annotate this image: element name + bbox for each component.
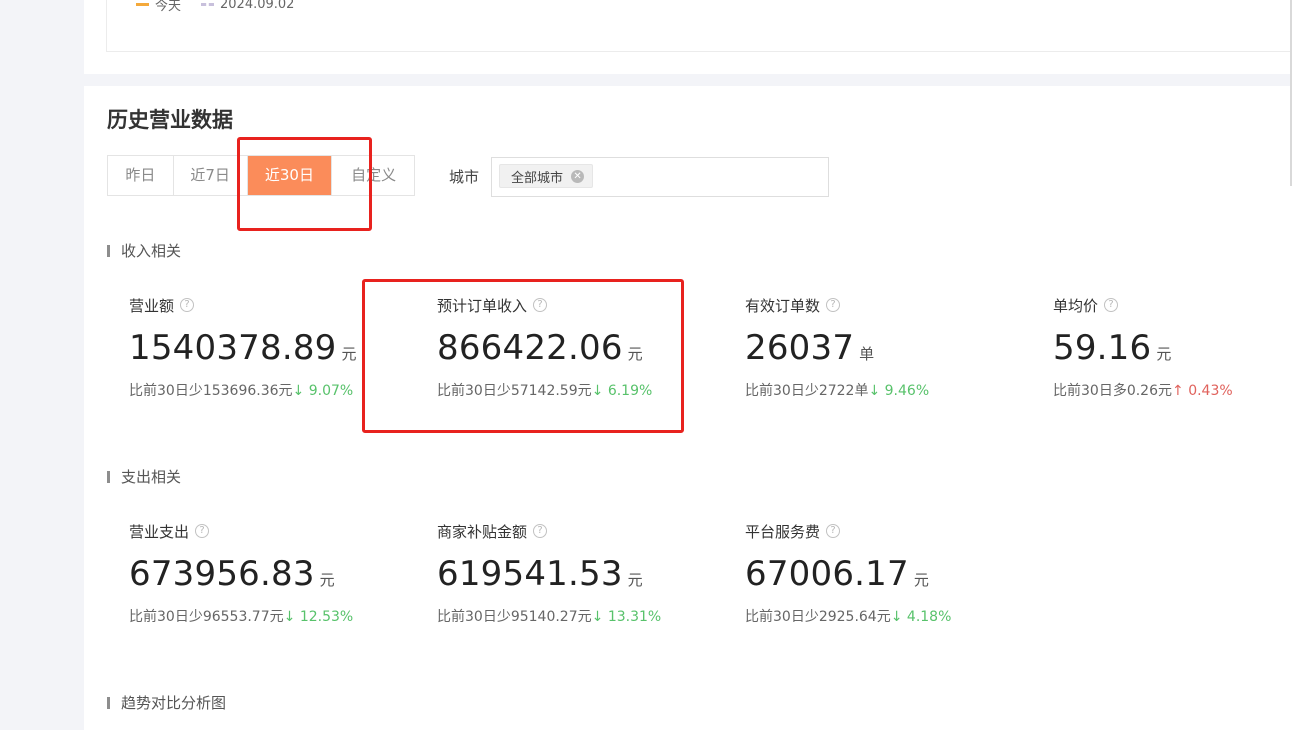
section-expense: 支出相关 — [107, 466, 181, 487]
metric-value: 26037 — [745, 328, 855, 368]
metric-valid-orders: 有效订单数? 26037 单 比前30日少2722单↓ 9.46% — [745, 295, 1045, 400]
city-chip: 全部城市 ✕ — [499, 164, 594, 188]
question-circle-icon[interactable]: ? — [1104, 298, 1119, 312]
question-circle-icon[interactable]: ? — [533, 524, 548, 538]
legend-today-swatch — [136, 3, 149, 6]
metric-percent: 9.46% — [884, 383, 930, 399]
metric-title: 单均价 — [1053, 296, 1099, 315]
metric-average-price: 单均价? 59.16 元 比前30日多0.26元↑ 0.43% — [1053, 295, 1283, 400]
metric-compare: 比前30日少2925.64元 — [745, 609, 891, 625]
arrow-down-icon: ↓ — [890, 609, 903, 625]
legend-compare-label: 2024.09.02 — [220, 0, 295, 12]
metric-title: 营业额 — [129, 296, 175, 315]
metric-operating-expense: 营业支出? 673956.83 元 比前30日少96553.77元↓ 12.53% — [129, 521, 429, 626]
section-income: 收入相关 — [107, 240, 181, 261]
metric-value: 67006.17 — [745, 554, 909, 594]
question-circle-icon[interactable]: ? — [180, 298, 195, 312]
question-circle-icon[interactable]: ? — [826, 298, 841, 312]
arrow-down-icon: ↓ — [868, 383, 881, 399]
city-label: 城市 — [449, 168, 480, 186]
metric-unit: 元 — [627, 571, 643, 589]
metric-percent: 12.53% — [299, 609, 354, 625]
metric-title: 营业支出 — [129, 522, 190, 541]
section-trend-label: 趋势对比分析图 — [121, 694, 227, 712]
metric-compare: 比前30日少95140.27元 — [437, 609, 592, 625]
question-circle-icon[interactable]: ? — [826, 524, 841, 538]
metric-unit: 单 — [859, 345, 875, 363]
annotation-box-metric — [362, 279, 684, 433]
arrow-down-icon: ↓ — [591, 609, 604, 625]
section-bar — [107, 244, 110, 257]
chart-legend: 今天 2024.09.02 — [136, 0, 294, 14]
section-expense-label: 支出相关 — [121, 468, 182, 486]
arrow-down-icon: ↓ — [292, 383, 305, 399]
metric-platform-fee: 平台服务费? 67006.17 元 比前30日少2925.64元↓ 4.18% — [745, 521, 1045, 626]
metric-compare: 比前30日多0.26元 — [1053, 383, 1172, 399]
left-gutter — [0, 0, 84, 730]
close-circle-icon[interactable]: ✕ — [571, 169, 585, 183]
panel-shadow — [1290, 0, 1292, 186]
metric-compare: 比前30日少96553.77元 — [129, 609, 284, 625]
arrow-down-icon: ↓ — [283, 609, 296, 625]
metric-unit: 元 — [341, 345, 357, 363]
section-bar — [107, 696, 110, 709]
city-chip-label: 全部城市 — [511, 170, 564, 186]
metric-value: 619541.53 — [437, 554, 623, 594]
metric-percent: 4.18% — [906, 609, 952, 625]
metric-title: 有效订单数 — [745, 296, 821, 315]
city-select[interactable]: 全部城市 ✕ — [491, 157, 829, 197]
metric-title: 商家补贴金额 — [437, 522, 528, 541]
section-bar — [107, 470, 110, 483]
legend-compare-swatch — [201, 3, 215, 6]
metric-title: 平台服务费 — [745, 522, 821, 541]
section-trend: 趋势对比分析图 — [107, 692, 226, 713]
legend-today-label: 今天 — [155, 0, 182, 14]
metric-merchant-subsidy: 商家补贴金额? 619541.53 元 比前30日少95140.27元↓ 13.3… — [437, 521, 737, 626]
metric-percent: 9.07% — [308, 383, 354, 399]
section-income-label: 收入相关 — [121, 242, 182, 260]
metric-unit: 元 — [319, 571, 335, 589]
realtime-chart-card: 今天 2024.09.02 — [84, 0, 1296, 74]
metric-compare: 比前30日少153696.36元 — [129, 383, 293, 399]
arrow-up-icon: ↑ — [1172, 383, 1184, 399]
metric-value: 59.16 — [1053, 328, 1152, 368]
tab-yesterday[interactable]: 昨日 — [108, 156, 174, 195]
page-title: 历史营业数据 — [107, 108, 233, 132]
metric-compare: 比前30日少2722单 — [745, 383, 869, 399]
metric-unit: 元 — [1156, 345, 1172, 363]
metric-value: 673956.83 — [129, 554, 315, 594]
question-circle-icon[interactable]: ? — [195, 524, 210, 538]
annotation-box-tab — [237, 137, 372, 231]
metric-percent: 13.31% — [607, 609, 662, 625]
metric-unit: 元 — [913, 571, 929, 589]
metric-percent: 0.43% — [1188, 383, 1233, 399]
right-panel-edge — [1290, 0, 1297, 730]
metric-value: 1540378.89 — [129, 328, 337, 368]
